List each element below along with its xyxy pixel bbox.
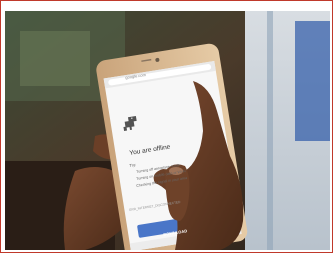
background-shelf	[20, 31, 90, 86]
photo: google.com You are offline Try: Turning …	[5, 11, 330, 250]
fingernail	[169, 167, 183, 175]
photo-frame: google.com You are offline Try: Turning …	[0, 0, 333, 253]
background-blue-object	[295, 21, 330, 141]
background-pole	[267, 11, 273, 250]
photo-scene	[5, 11, 330, 250]
